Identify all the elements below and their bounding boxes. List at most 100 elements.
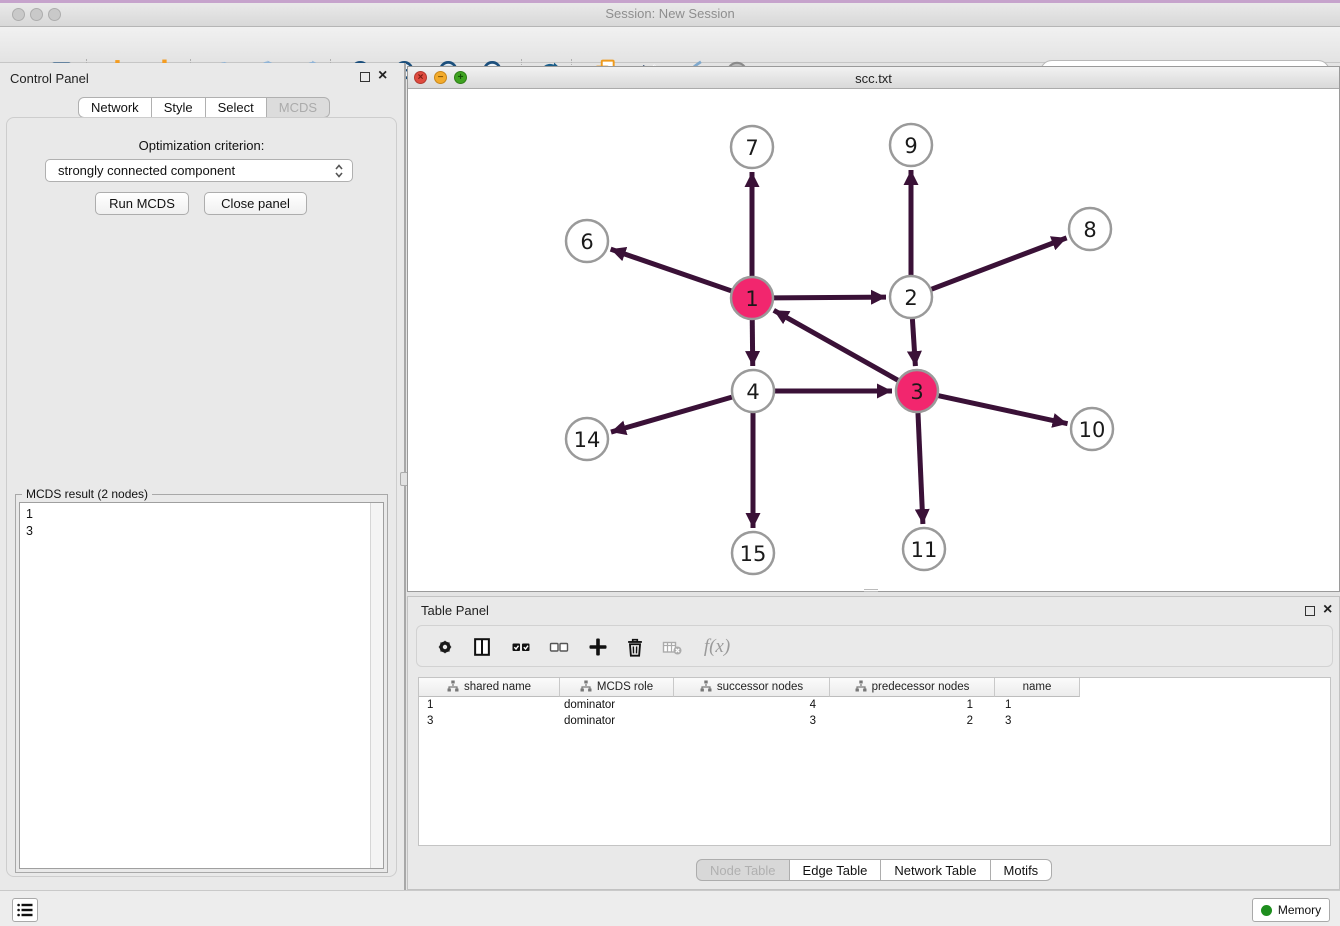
- table-body: 1dominator4113dominator323: [419, 697, 1330, 729]
- cell-name: 1: [995, 697, 1080, 713]
- column-type-icon: [855, 680, 867, 695]
- float-table-panel-icon[interactable]: [1305, 606, 1315, 616]
- tab-network-table[interactable]: Network Table: [881, 859, 990, 881]
- col-header-mcds-role[interactable]: MCDS role: [560, 678, 674, 697]
- column-label: successor nodes: [717, 681, 803, 693]
- graph-node-label-4: 4: [746, 380, 759, 404]
- cell-name: 3: [995, 713, 1080, 729]
- create-column-button[interactable]: [583, 632, 613, 662]
- col-header-predecessor-nodes[interactable]: predecessor nodes: [830, 678, 995, 697]
- graph-edge-1-2[interactable]: [774, 297, 886, 298]
- gear-icon: [434, 636, 456, 658]
- graph-edge-4-14[interactable]: [611, 397, 732, 432]
- memory-button[interactable]: Memory: [1252, 898, 1330, 922]
- close-panel-icon[interactable]: ×: [378, 66, 387, 86]
- cell-mcds-role: dominator: [560, 713, 674, 729]
- table-tabs: Node TableEdge TableNetwork TableMotifs: [696, 859, 1052, 881]
- cell-shared-name: 3: [419, 713, 560, 729]
- tab-mcds[interactable]: MCDS: [267, 97, 330, 118]
- graph-node-label-2: 2: [904, 286, 917, 310]
- tab-style[interactable]: Style: [152, 97, 206, 118]
- list-icon: [17, 903, 33, 917]
- network-resize-handle[interactable]: [864, 589, 878, 592]
- optimization-criterion-select[interactable]: strongly connected component: [45, 159, 353, 182]
- control-panel: Control Panel × NetworkStyleSelectMCDS O…: [0, 63, 404, 890]
- show-columns-button[interactable]: [467, 632, 497, 662]
- deselect-all-icon: [547, 635, 571, 659]
- table-panel-title: Table Panel: [421, 603, 489, 618]
- tab-select[interactable]: Select: [206, 97, 267, 118]
- function-icon: f(x): [704, 636, 730, 658]
- column-type-icon: [580, 680, 592, 695]
- task-history-button[interactable]: [12, 898, 38, 922]
- graph-edge-2-3[interactable]: [912, 319, 915, 366]
- float-panel-icon[interactable]: [360, 72, 370, 82]
- cell-predecessor-nodes: 2: [830, 713, 995, 729]
- graph-node-label-10: 10: [1079, 418, 1106, 442]
- mcds-result-scrollbar[interactable]: [370, 503, 383, 868]
- window-title: Session: New Session: [0, 6, 1340, 21]
- columns-icon: [471, 636, 493, 658]
- mcds-result-item[interactable]: 1: [20, 506, 383, 523]
- tab-node-table[interactable]: Node Table: [696, 859, 790, 881]
- network-graph: 7968124314101511: [408, 89, 1339, 591]
- graph-edge-2-8[interactable]: [932, 238, 1067, 289]
- cell-shared-name: 1: [419, 697, 560, 713]
- table-header-row: shared name MCDS role successor nodes prede…: [419, 678, 1080, 697]
- graph-node-label-1: 1: [745, 287, 758, 311]
- optimization-criterion-label: Optimization criterion:: [7, 138, 396, 153]
- select-all-rows-button[interactable]: [506, 632, 536, 662]
- close-panel-button[interactable]: Close panel: [204, 192, 307, 215]
- table-settings-button[interactable]: [430, 632, 460, 662]
- graph-edge-3-11[interactable]: [918, 413, 923, 524]
- tab-motifs[interactable]: Motifs: [991, 859, 1053, 881]
- network-window: × − + scc.txt 7968124314101511: [407, 66, 1340, 592]
- table-toolbar: f(x): [416, 625, 1333, 667]
- graph-edge-3-1[interactable]: [774, 310, 898, 380]
- window-titlebar: Session: New Session: [0, 0, 1340, 27]
- mcds-result-list[interactable]: 13: [19, 502, 384, 869]
- col-header-shared-name[interactable]: shared name: [419, 678, 560, 697]
- deselect-all-rows-button[interactable]: [544, 632, 574, 662]
- mcds-result-item[interactable]: 3: [20, 523, 383, 540]
- graph-node-label-14: 14: [574, 428, 601, 452]
- col-header-name[interactable]: name: [995, 678, 1080, 697]
- node-table: shared name MCDS role successor nodes prede…: [418, 677, 1331, 846]
- cell-mcds-role: dominator: [560, 697, 674, 713]
- trash-icon: [624, 636, 646, 658]
- close-table-panel-icon[interactable]: ×: [1323, 600, 1332, 620]
- dropdown-stepper-icon: [334, 162, 344, 183]
- cell-successor-nodes: 4: [674, 697, 830, 713]
- mcds-result-group: MCDS result (2 nodes) 13: [15, 494, 388, 873]
- delete-table-button: [657, 632, 687, 662]
- memory-label: Memory: [1278, 903, 1321, 917]
- table-panel: Table Panel ×: [407, 596, 1340, 890]
- table-row[interactable]: 1dominator411: [419, 697, 1330, 713]
- column-label: shared name: [464, 681, 531, 693]
- delete-column-button[interactable]: [620, 632, 650, 662]
- network-view[interactable]: 7968124314101511: [408, 89, 1339, 591]
- graph-node-label-15: 15: [740, 542, 767, 566]
- control-panel-body: Optimization criterion: strongly connect…: [6, 117, 397, 877]
- delete-table-icon: [660, 635, 684, 659]
- panel-divider[interactable]: [404, 63, 406, 890]
- table-row[interactable]: 3dominator323: [419, 713, 1330, 729]
- graph-node-label-8: 8: [1083, 218, 1096, 242]
- add-icon: [586, 635, 610, 659]
- graph-edge-3-10[interactable]: [938, 396, 1067, 424]
- tab-network[interactable]: Network: [78, 97, 152, 118]
- control-panel-header: Control Panel ×: [0, 63, 404, 91]
- graph-edge-1-6[interactable]: [611, 249, 732, 291]
- tab-edge-table[interactable]: Edge Table: [790, 859, 882, 881]
- col-header-successor-nodes[interactable]: successor nodes: [674, 678, 830, 697]
- graph-node-label-9: 9: [904, 134, 917, 158]
- run-mcds-button[interactable]: Run MCDS: [95, 192, 189, 215]
- cell-predecessor-nodes: 1: [830, 697, 995, 713]
- graph-node-label-11: 11: [911, 538, 938, 562]
- graph-node-label-3: 3: [910, 380, 923, 404]
- select-all-icon: [509, 635, 533, 659]
- function-builder-button: f(x): [695, 632, 739, 662]
- mcds-result-title: MCDS result (2 nodes): [22, 487, 152, 501]
- column-label: MCDS role: [597, 681, 653, 693]
- memory-status-icon: [1261, 905, 1272, 916]
